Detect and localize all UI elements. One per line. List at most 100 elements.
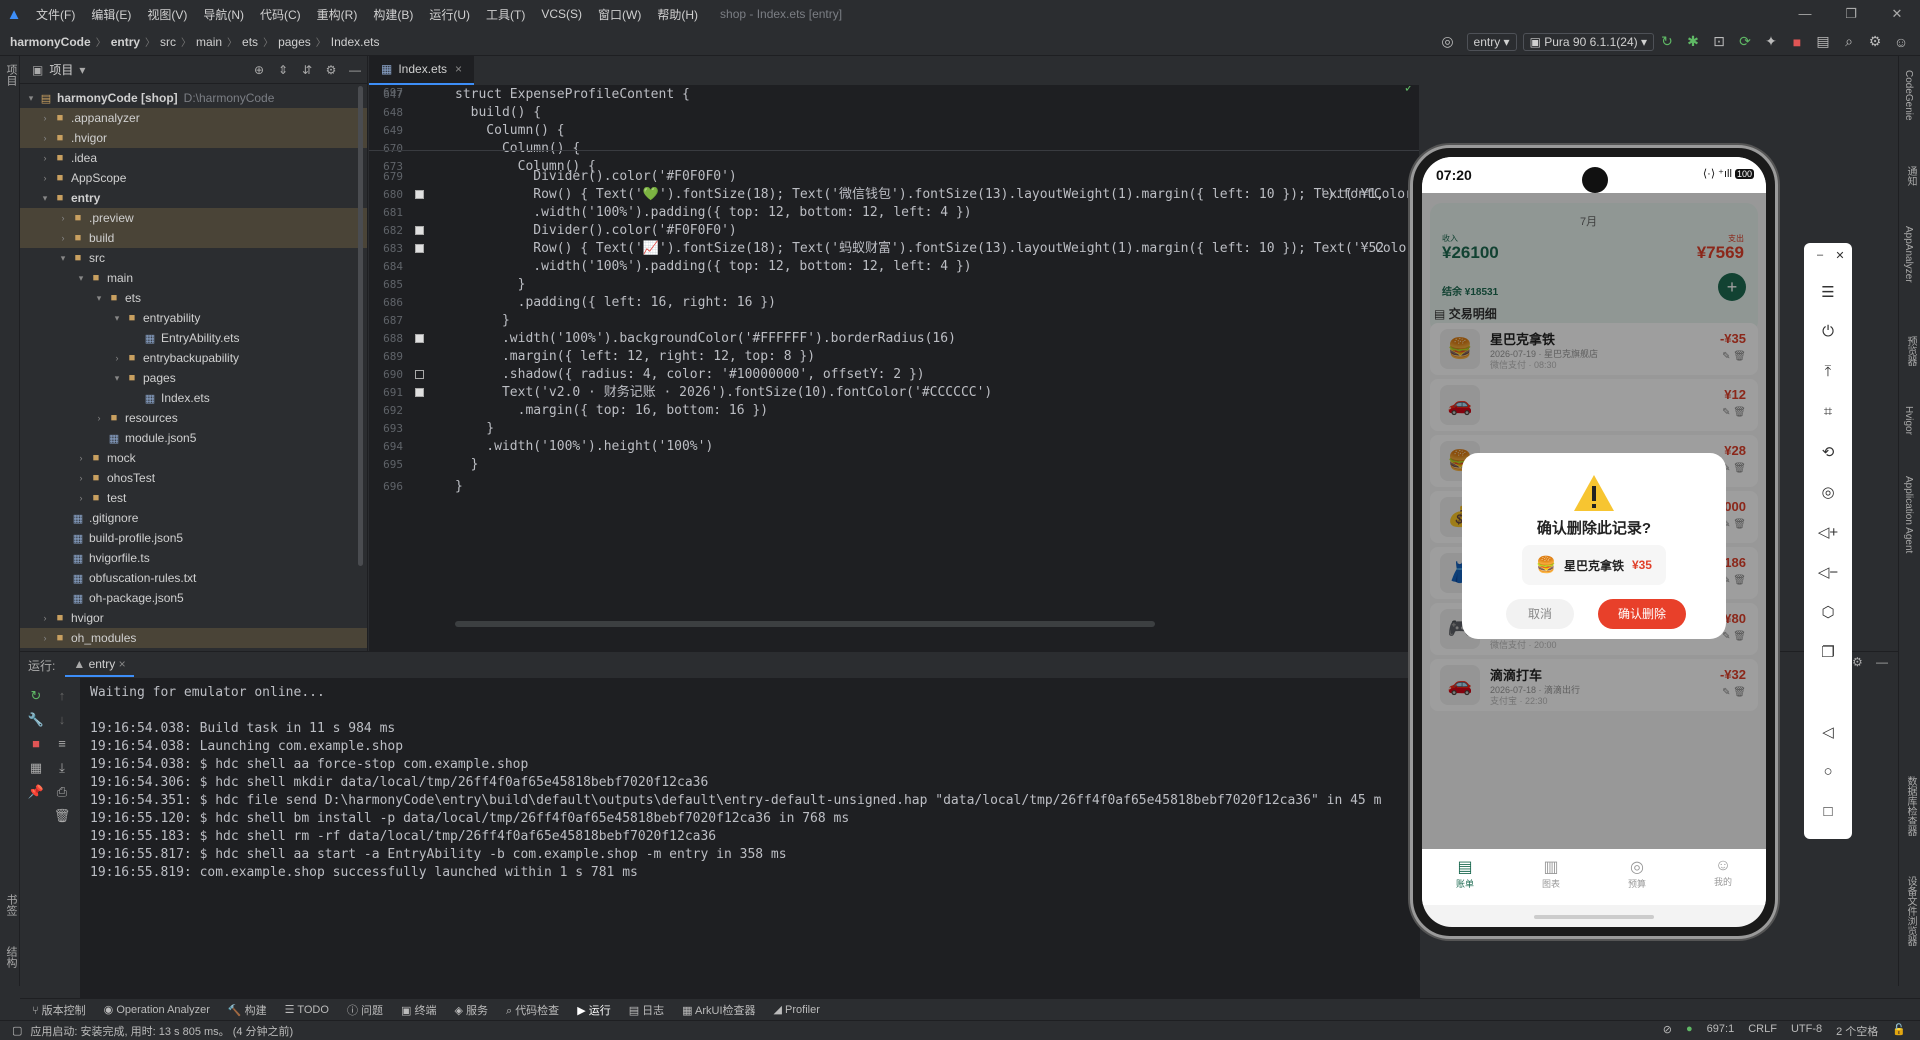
stop-icon[interactable]: ■ bbox=[1784, 34, 1810, 50]
tab-index-ets[interactable]: ▦ Index.ets × bbox=[369, 55, 475, 85]
menu-help[interactable]: 帮助(H) bbox=[649, 6, 706, 23]
tree-item[interactable]: › ■ .appanalyzer bbox=[20, 108, 367, 128]
tool-log[interactable]: ▤ 日志 bbox=[629, 1002, 664, 1018]
status-message[interactable]: 应用启动: 安装完成, 用时: 13 s 805 ms。 (4 分钟之前) bbox=[30, 1023, 293, 1039]
notifications-tool[interactable]: 通知 bbox=[1903, 166, 1918, 186]
tool-problems[interactable]: ⓘ 问题 bbox=[347, 1002, 383, 1018]
pin-icon[interactable]: 📌 bbox=[26, 784, 46, 800]
stop-icon[interactable]: ■ bbox=[26, 736, 46, 751]
run-tab-entry[interactable]: ▲ entry × bbox=[65, 653, 134, 677]
close-tab-icon[interactable]: × bbox=[455, 62, 462, 76]
tree-item[interactable]: ▾ ■ entry bbox=[20, 188, 367, 208]
tree-item[interactable]: › ■ .preview bbox=[20, 208, 367, 228]
tree-item[interactable]: ▦ Index.ets bbox=[20, 388, 367, 408]
menu-refactor[interactable]: 重构(R) bbox=[309, 6, 366, 23]
file-encoding[interactable]: UTF-8 bbox=[1791, 1023, 1822, 1039]
expand-all-icon[interactable]: ⇕ bbox=[271, 63, 295, 77]
home-icon[interactable]: ○ bbox=[1804, 763, 1852, 780]
volume-down-icon[interactable]: ◁− bbox=[1804, 563, 1852, 581]
tree-item[interactable]: › ■ ohosTest bbox=[20, 468, 367, 488]
module-select[interactable]: entry ▾ bbox=[1466, 32, 1517, 51]
menu-navigate[interactable]: 导航(N) bbox=[195, 6, 252, 23]
breakpoint-marker[interactable] bbox=[415, 334, 424, 343]
restore-icon[interactable]: ❐ bbox=[1828, 0, 1874, 28]
inspection-ok-icon[interactable]: ✓ bbox=[1405, 86, 1413, 96]
home-indicator[interactable] bbox=[1534, 915, 1654, 919]
horizontal-scrollbar[interactable] bbox=[455, 621, 1155, 627]
tool-terminal[interactable]: ▣ 终端 bbox=[401, 1002, 436, 1018]
breadcrumb-project[interactable]: harmonyCode bbox=[10, 35, 91, 49]
tree-item[interactable]: ▦ hvigorfile.ts bbox=[20, 548, 367, 568]
lock-icon[interactable]: 🔓 bbox=[1892, 1023, 1906, 1039]
collapse-all-icon[interactable]: ⇵ bbox=[295, 63, 319, 77]
app-logo-icon[interactable]: ▲ bbox=[0, 0, 28, 28]
breakpoint-marker[interactable] bbox=[415, 370, 424, 379]
menu-build[interactable]: 构建(B) bbox=[365, 6, 421, 23]
menu-code[interactable]: 代码(C) bbox=[252, 6, 309, 23]
tree-item[interactable]: ▾ ■ ets bbox=[20, 288, 367, 308]
bookmarks-tool-label[interactable]: 书签 bbox=[3, 894, 19, 916]
tree-item[interactable]: ▦ .gitignore bbox=[20, 508, 367, 528]
trash-icon[interactable]: 🗑 bbox=[52, 808, 72, 824]
tree-item[interactable]: ▾ ■ entryability bbox=[20, 308, 367, 328]
menu-edit[interactable]: 编辑(E) bbox=[83, 6, 139, 23]
previewer-tool[interactable]: 预览器 bbox=[1903, 336, 1918, 366]
multi-screen-icon[interactable]: ❐ bbox=[1804, 643, 1852, 661]
tree-item[interactable]: ▦ obfuscation-rules.txt bbox=[20, 568, 367, 588]
tree-scrollbar[interactable] bbox=[358, 86, 363, 566]
scroll-to-end-icon[interactable]: ⤓ bbox=[52, 760, 72, 776]
tab-bills[interactable]: ▤ 账单 bbox=[1422, 849, 1508, 905]
close-icon[interactable]: ✕ bbox=[1816, 249, 1864, 262]
appanalyzer-tool[interactable]: AppAnalyzer bbox=[1903, 226, 1914, 283]
back-icon[interactable]: ◁ bbox=[1804, 723, 1852, 741]
tree-item[interactable]: › ■ hvigor bbox=[20, 608, 367, 628]
tool-vcs[interactable]: ⑂ 版本控制 bbox=[32, 1002, 86, 1018]
menu-run[interactable]: 运行(U) bbox=[421, 6, 478, 23]
code-editor[interactable]: 647 648 649 670 673 679 680 681 682 683 684 685 686 6… bbox=[369, 86, 1419, 651]
apply-changes-icon[interactable]: ⟳ bbox=[1732, 33, 1758, 50]
tree-item[interactable]: › ■ resources bbox=[20, 408, 367, 428]
tool-run[interactable]: ▶ 运行 bbox=[577, 1002, 611, 1018]
menu-icon[interactable]: ☰ bbox=[1804, 283, 1852, 301]
print-icon[interactable]: ⎙ bbox=[52, 784, 72, 800]
tool-build[interactable]: 🔨 构建 bbox=[228, 1002, 267, 1018]
tree-item[interactable]: › ■ AppScope bbox=[20, 168, 367, 188]
options-icon[interactable]: ⚙ bbox=[319, 63, 343, 77]
breadcrumb-main[interactable]: main bbox=[196, 35, 222, 49]
panel-hide-icon[interactable]: — bbox=[1876, 655, 1888, 669]
application-agent-tool[interactable]: Application Agent bbox=[1903, 476, 1914, 553]
volume-up-icon[interactable]: ◁+ bbox=[1804, 523, 1852, 541]
attach-debugger-icon[interactable]: ⊡ bbox=[1706, 33, 1732, 50]
tree-item[interactable]: ▦ oh-package.json5 bbox=[20, 588, 367, 608]
tool-code-inspection[interactable]: ⌕ 代码检查 bbox=[506, 1002, 559, 1018]
tree-item[interactable]: › ■ test bbox=[20, 488, 367, 508]
minimize-icon[interactable]: — bbox=[1782, 0, 1828, 28]
breadcrumb-entry[interactable]: entry bbox=[111, 35, 140, 49]
line-separator[interactable]: CRLF bbox=[1748, 1023, 1777, 1039]
locate-icon[interactable]: ⊕ bbox=[247, 63, 271, 77]
tree-item[interactable]: › ■ mock bbox=[20, 448, 367, 468]
device-select[interactable]: ▣ Pura 90 6.1.1(24) ▾ bbox=[1522, 32, 1654, 51]
phone-screen[interactable]: 07:20 ⟨·⟩ ⁺ıll 100 7月 收入 ¥26100 支出 ¥7569… bbox=[1422, 157, 1766, 927]
breadcrumb-src[interactable]: src bbox=[160, 35, 176, 49]
tree-item[interactable]: ▾ ■ main bbox=[20, 268, 367, 288]
menu-tools[interactable]: 工具(T) bbox=[478, 6, 533, 23]
confirm-delete-button[interactable]: 确认删除 bbox=[1598, 599, 1686, 629]
location-icon[interactable]: ◎ bbox=[1804, 483, 1852, 501]
down-arrow-icon[interactable]: ↓ bbox=[52, 712, 72, 727]
breadcrumb-file[interactable]: Index.ets bbox=[331, 35, 380, 49]
tool-services[interactable]: ◈ 服务 bbox=[454, 1002, 488, 1018]
device-file-browser-tool[interactable]: 设备文件浏览器 bbox=[1903, 876, 1918, 946]
tree-item[interactable]: ▾ ■ src bbox=[20, 248, 367, 268]
debug-icon[interactable]: ✱ bbox=[1680, 33, 1706, 50]
indent-setting[interactable]: 2 个空格 bbox=[1836, 1023, 1878, 1039]
tree-item[interactable]: ▾ ■ pages bbox=[20, 368, 367, 388]
rerun-icon[interactable]: ↻ bbox=[26, 688, 46, 704]
soft-wrap-icon[interactable]: ≡ bbox=[52, 736, 72, 751]
upload-icon[interactable]: ⤒ bbox=[1804, 363, 1852, 380]
power-icon[interactable]: ⏻ bbox=[1804, 323, 1852, 340]
menu-view[interactable]: 视图(V) bbox=[139, 6, 195, 23]
device-manager-icon[interactable]: ▤ bbox=[1810, 33, 1836, 50]
menu-file[interactable]: 文件(F) bbox=[28, 6, 83, 23]
tree-item[interactable]: › ■ .hvigor bbox=[20, 128, 367, 148]
